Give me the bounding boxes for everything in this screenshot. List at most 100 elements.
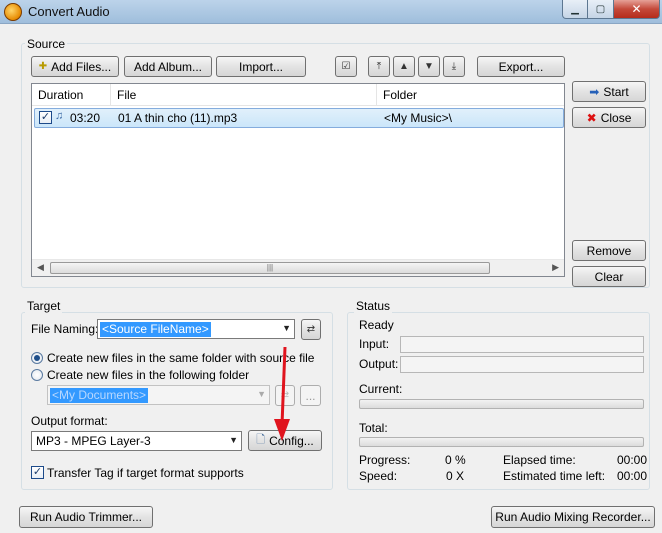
chevron-down-icon: ▼ [229,435,238,445]
status-state: Ready [359,318,394,332]
checklist-icon: ☑ [341,60,351,72]
radio-following-folder-label: Create new files in the following folder [47,368,250,382]
add-files-button[interactable]: ✚ Add Files... [31,56,119,77]
remove-label: Remove [586,243,632,258]
input-field [400,336,644,353]
arrow-up-icon: ▲ [399,60,409,72]
add-files-label: Add Files... [51,59,112,74]
window-controls: ▁ ▢ ✕ [562,0,660,20]
scroll-thumb[interactable]: ||| [50,262,490,274]
output-format-label: Output format: [31,414,108,428]
output-format-value: MP3 - MPEG Layer-3 [36,434,151,448]
column-header-duration[interactable]: Duration [32,84,111,106]
minimize-icon: ▁ [571,3,579,15]
status-group-label: Status [354,299,393,313]
radio-following-folder[interactable] [31,369,43,381]
move-up-button[interactable]: ▲ [393,56,415,77]
window-title: Convert Audio [28,4,110,19]
minimize-button[interactable]: ▁ [562,0,588,19]
output-format-select[interactable]: MP3 - MPEG Layer-3 ▼ [31,431,242,451]
start-label: Start [603,84,629,99]
current-progress-bar [359,399,644,409]
clear-label: Clear [594,269,624,284]
browse-folder-button[interactable]: ... [300,385,321,406]
close-icon: ✕ [631,2,642,16]
add-album-button[interactable]: Add Album... [124,56,212,77]
app-logo-icon [4,3,22,21]
export-label: Export... [498,59,544,74]
red-x-icon: ✖ [586,110,597,125]
move-down-button[interactable]: ▼ [418,56,440,77]
remove-button[interactable]: Remove [572,240,646,261]
file-naming-select[interactable]: <Source FileName> ▼ [97,319,295,339]
title-bar: Convert Audio ▁ ▢ ✕ [0,0,662,24]
close-button[interactable]: ✖ Close [572,107,646,128]
move-to-bottom-icon: ⤓ [451,60,457,72]
move-bottom-button[interactable]: ⤓ [443,56,465,77]
clear-button[interactable]: Clear [572,266,646,287]
run-audio-trimmer-button[interactable]: Run Audio Trimmer... [19,506,153,528]
close-window-button[interactable]: ✕ [614,0,660,19]
source-group-label: Source [25,37,68,51]
current-label: Current: [359,382,403,396]
elapsed-value: 00:00 [617,453,648,467]
output-folder-select[interactable]: <My Documents> ▼ [47,385,270,405]
column-header-folder[interactable]: Folder [377,84,564,106]
swap-arrows-icon: ⇄ [306,323,316,335]
list-header: Duration File Folder [32,84,564,106]
select-all-button[interactable]: ☑ [335,56,357,77]
audio-file-icon: ♫ [55,110,64,122]
run-mixing-recorder-label: Run Audio Mixing Recorder... [495,510,651,524]
document-icon: 🗋 [256,434,266,446]
file-list[interactable]: Duration File Folder ✓ ♫ 03:20 01 A thin… [31,83,565,277]
row-checkbox[interactable]: ✓ [39,111,52,124]
total-progress-bar [359,437,644,447]
transfer-tag-checkbox[interactable]: ✓ [31,466,44,479]
check-icon: ✓ [32,466,43,478]
total-label: Total: [359,421,388,435]
scroll-right-icon[interactable]: ▶ [552,262,559,273]
chevron-down-icon: ▼ [282,323,291,333]
speed-value: 0 X [446,469,465,483]
chevron-down-icon: ▼ [257,389,266,399]
plus-icon: ✚ [38,60,48,72]
table-row[interactable]: ✓ ♫ 03:20 01 A thin cho (11).mp3 <My Mus… [34,108,564,128]
run-audio-trimmer-label: Run Audio Trimmer... [29,510,143,524]
import-button[interactable]: Import... [216,56,306,77]
transfer-tag-label: Transfer Tag if target format supports [47,466,244,480]
file-naming-label: File Naming: [31,322,99,336]
blue-right-arrow-icon: ➡ [589,84,600,99]
file-naming-value: <Source FileName> [100,322,211,337]
speed-label: Speed: [359,469,398,483]
browse-label: ... [305,388,316,403]
grip-icon: ||| [266,263,274,272]
progress-label: Progress: [359,453,411,467]
radio-same-folder[interactable] [31,352,43,364]
export-button[interactable]: Export... [477,56,565,77]
progress-value: 0 % [445,453,466,467]
annotation-arrow [274,346,290,441]
output-folder-value: <My Documents> [50,388,149,403]
row-folder: <My Music>\ [384,111,453,125]
input-label: Input: [359,337,390,351]
column-header-file[interactable]: File [111,84,377,106]
row-file: 01 A thin cho (11).mp3 [118,111,238,125]
output-label: Output: [359,357,399,371]
move-top-button[interactable]: ⤒ [368,56,390,77]
add-album-label: Add Album... [133,59,203,74]
annotation-arrow-head [274,419,290,441]
maximize-icon: ▢ [595,3,606,15]
estimated-value: 00:00 [617,469,648,483]
target-group-label: Target [25,299,63,313]
elapsed-label: Elapsed time: [503,453,576,467]
import-label: Import... [238,59,283,74]
row-duration: 03:20 [70,111,101,125]
file-naming-swap-button[interactable]: ⇄ [301,319,321,340]
maximize-button[interactable]: ▢ [588,0,614,19]
horizontal-scrollbar[interactable]: ◀ ||| ▶ [32,259,564,276]
annotation-arrow-shaft [280,346,287,426]
start-button[interactable]: ➡ Start [572,81,646,102]
scroll-left-icon[interactable]: ◀ [37,262,44,273]
run-mixing-recorder-button[interactable]: Run Audio Mixing Recorder... [491,506,655,528]
output-field [400,356,644,373]
